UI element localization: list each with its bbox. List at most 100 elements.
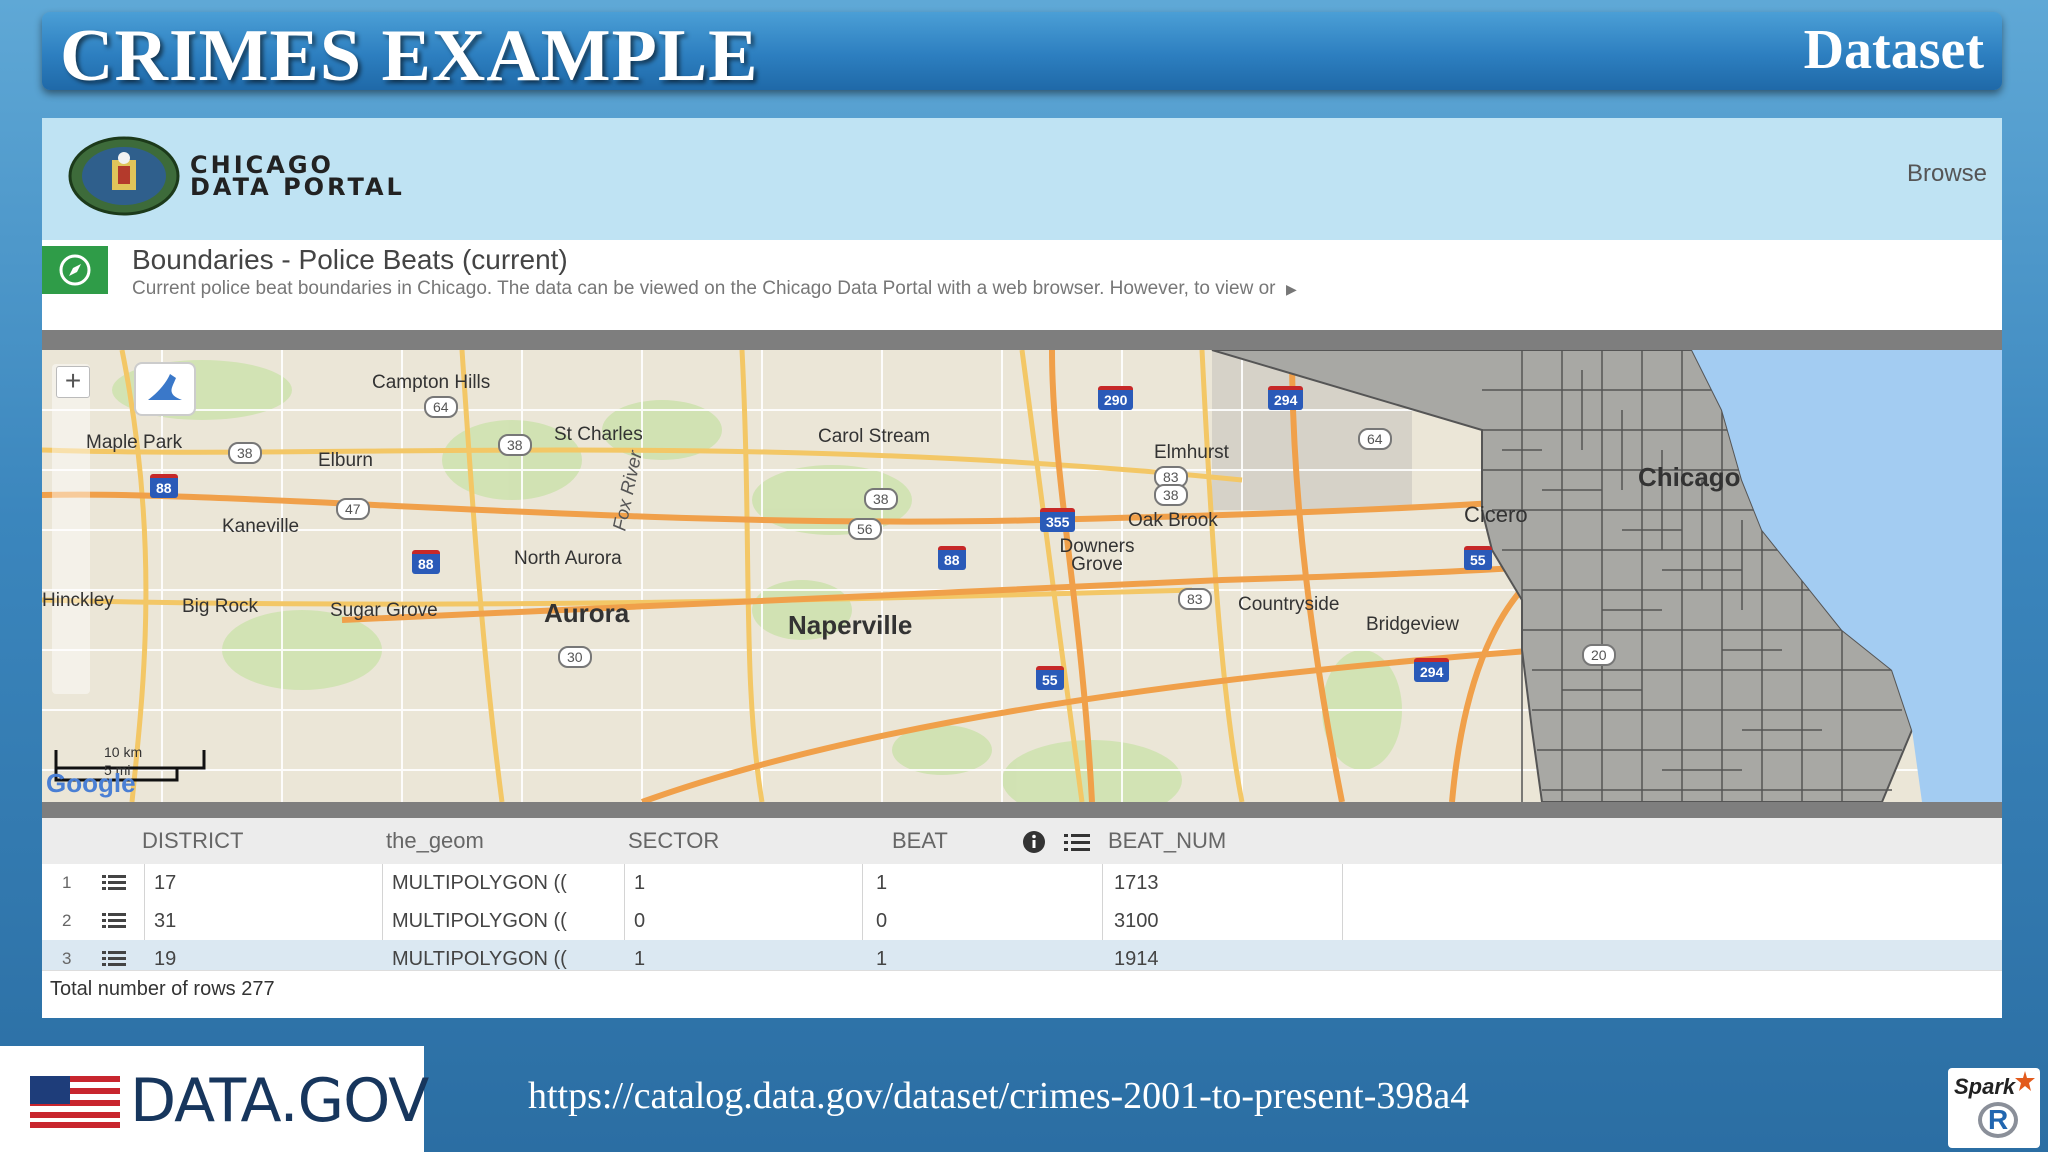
pegman-icon — [148, 374, 182, 400]
map-label: Chicago — [1638, 462, 1741, 492]
us-flag-icon — [30, 1076, 120, 1128]
cell-sector: 1 — [634, 948, 646, 970]
table-row[interactable]: 2 31 MULTIPOLYGON (( 0 0 3100 — [42, 902, 2002, 941]
cell-sector: 1 — [634, 872, 646, 894]
map-view[interactable]: + Campton Hills Maple Park Elburn St Cha… — [42, 350, 2002, 802]
route-marker: 83 — [1178, 588, 1212, 610]
info-icon[interactable] — [1022, 830, 1048, 854]
map-label: Cicero — [1464, 502, 1528, 527]
dataset-description: Current police beat boundaries in Chicag… — [132, 278, 1297, 299]
interstate-shield: 290 — [1098, 386, 1134, 410]
cell-geom: MULTIPOLYGON (( — [392, 948, 567, 970]
zoom-slider[interactable] — [52, 364, 90, 694]
cell-beat: 1 — [876, 948, 888, 970]
total-rows: Total number of rows 277 — [50, 978, 275, 1000]
spark-star-icon — [2015, 1071, 2035, 1091]
route-marker: 38 — [1154, 484, 1188, 506]
expand-arrow-icon[interactable]: ▶ — [1286, 281, 1297, 297]
divider — [42, 802, 2002, 818]
route-marker: 38 — [228, 442, 262, 464]
column-header[interactable]: SECTOR — [628, 828, 719, 854]
column-header[interactable]: BEAT — [892, 828, 948, 854]
spark-label: Spark — [1954, 1074, 2016, 1099]
interstate-shield: 355 — [1040, 508, 1076, 532]
cell-district: 17 — [154, 872, 177, 894]
slide-title: CRIMES EXAMPLE — [60, 15, 759, 97]
map-label: Aurora — [544, 598, 630, 628]
zoom-in-button[interactable]: + — [56, 366, 90, 398]
slide-subtitle: Dataset — [1803, 19, 1984, 81]
map-label: Carol Stream — [818, 426, 930, 447]
map-label: Elburn — [318, 450, 373, 471]
table-header: DISTRICT the_geom SECTOR BEAT BEAT_NUM — [42, 818, 2002, 864]
cell-beat: 0 — [876, 910, 888, 932]
column-header[interactable]: BEAT_NUM — [1108, 828, 1226, 854]
row-number: 1 — [62, 873, 72, 892]
row-number: 2 — [62, 911, 72, 930]
row-number: 3 — [62, 949, 72, 968]
dataset-url[interactable]: https://catalog.data.gov/dataset/crimes-… — [528, 1074, 1469, 1118]
table-row[interactable]: 1 17 MULTIPOLYGON (( 1 1 1713 — [42, 864, 2002, 903]
route-marker: 47 — [336, 498, 370, 520]
row-details-icon[interactable] — [102, 874, 126, 892]
map-label: Oak Brook — [1128, 510, 1218, 531]
map-label: Naperville — [788, 610, 913, 640]
portal-header: CHICAGO DATA PORTAL Browse — [42, 118, 2002, 240]
interstate-shield: 294 — [1268, 386, 1304, 410]
map-label: Downers Grove — [1059, 536, 1135, 575]
datagov-logo: DATA.GOV — [0, 1046, 429, 1152]
route-marker: 38 — [498, 434, 532, 456]
map-label: Hinckley — [42, 590, 114, 611]
interstate-shield: 88 — [150, 474, 178, 498]
portal-screenshot: CHICAGO DATA PORTAL Browse Boundaries - … — [42, 118, 2002, 1018]
column-list-icon[interactable] — [1064, 832, 1090, 852]
row-details-icon[interactable] — [102, 912, 126, 930]
divider — [42, 330, 2002, 350]
chicago-seal-icon — [68, 136, 180, 216]
portal-name[interactable]: CHICAGO DATA PORTAL — [190, 153, 405, 201]
r-label: R — [1988, 1104, 2009, 1135]
interstate-shield: 55 — [1036, 666, 1064, 690]
google-logo: Google — [46, 768, 136, 798]
cell-beat-num: 1713 — [1114, 872, 1159, 894]
dataset-icon — [42, 246, 108, 294]
cell-geom: MULTIPOLYGON (( — [392, 872, 567, 894]
cell-district: 31 — [154, 910, 177, 932]
cell-beat-num: 1914 — [1114, 948, 1159, 970]
route-marker: 56 — [848, 518, 882, 540]
title-bar: CRIMES EXAMPLE Dataset — [42, 12, 2002, 97]
map-label: North Aurora — [514, 548, 622, 569]
map-label: Maple Park — [86, 432, 183, 453]
table-row[interactable]: 3 19 MULTIPOLYGON (( 1 1 1914 — [42, 940, 2002, 971]
column-header[interactable]: DISTRICT — [142, 828, 243, 854]
dataset-title: Boundaries - Police Beats (current) — [132, 244, 568, 275]
row-details-icon[interactable] — [102, 950, 126, 968]
street-view-icon[interactable] — [134, 362, 196, 416]
cell-district: 19 — [154, 948, 177, 970]
map-label: Kaneville — [222, 516, 300, 537]
map-label: Countryside — [1238, 594, 1340, 615]
spark-r-logo: Spark R — [1948, 1068, 2040, 1148]
cell-sector: 0 — [634, 910, 646, 932]
datagov-text: DATA.GOV — [130, 1066, 429, 1136]
interstate-shield: 55 — [1464, 546, 1492, 570]
route-marker: 38 — [864, 488, 898, 510]
route-marker: 64 — [1358, 428, 1392, 450]
interstate-shield: 88 — [938, 546, 966, 570]
map-label: Big Rock — [182, 596, 259, 617]
map-label: Elmhurst — [1154, 442, 1229, 463]
column-header[interactable]: the_geom — [386, 828, 484, 854]
map-canvas — [42, 350, 2002, 802]
nav-browse[interactable]: Browse — [1907, 160, 1987, 188]
map-label: Campton Hills — [372, 372, 491, 393]
cell-geom: MULTIPOLYGON (( — [392, 910, 567, 932]
interstate-shield: 294 — [1414, 658, 1450, 682]
route-marker: 30 — [558, 646, 592, 668]
map-label: Bridgeview — [1366, 614, 1459, 635]
route-marker: 20 — [1582, 644, 1616, 666]
cell-beat: 1 — [876, 872, 888, 894]
interstate-shield: 88 — [412, 550, 440, 574]
map-label: Sugar Grove — [330, 600, 438, 621]
compass-icon — [59, 254, 91, 286]
portal-name-line2: DATA PORTAL — [190, 173, 405, 201]
